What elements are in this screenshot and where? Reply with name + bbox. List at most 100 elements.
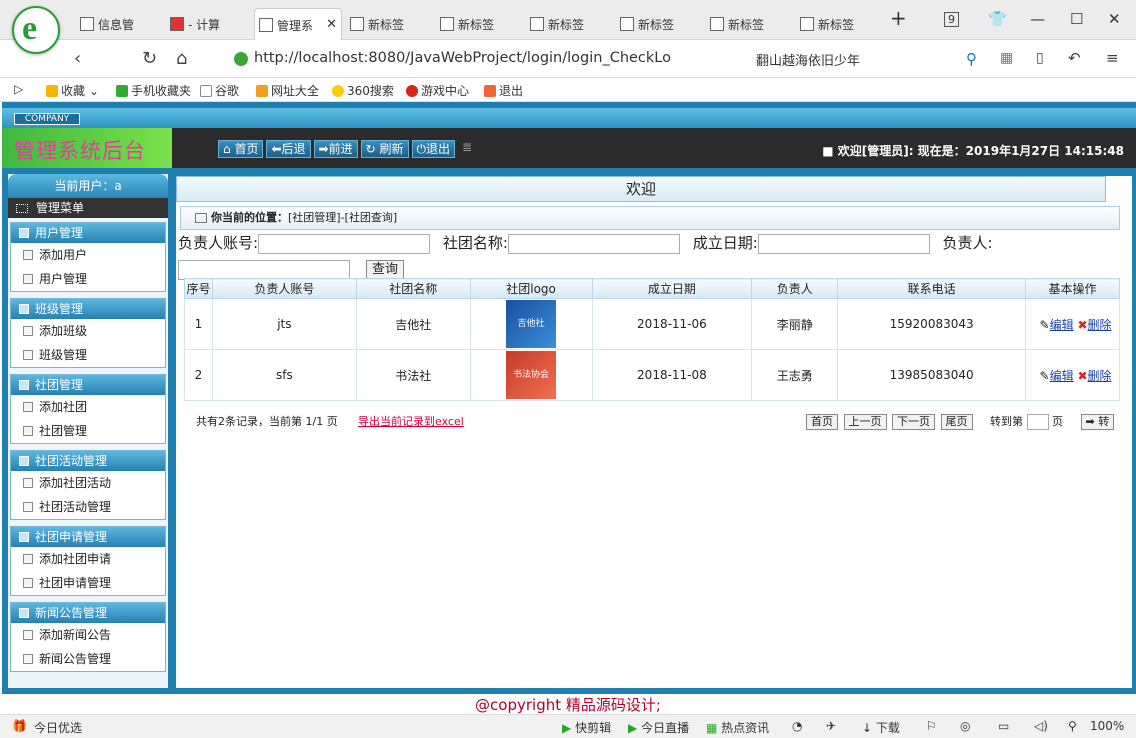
search-icon[interactable]: ⚲ bbox=[966, 50, 977, 68]
menu-group-header[interactable]: 新闻公告管理 bbox=[11, 603, 165, 623]
menu-item-manage-news[interactable]: 新闻公告管理 bbox=[11, 647, 165, 671]
date-input[interactable] bbox=[757, 233, 930, 254]
club-name-input[interactable] bbox=[507, 233, 680, 254]
browser-statusbar: 🎁 今日优选 ▶ 快剪辑 ▶ 今日直播 ▦ 热点资讯 ◔ ✈ ↓ 下载 ⚐ ◎ … bbox=[0, 714, 1136, 738]
shirt-icon[interactable]: 👕 bbox=[988, 10, 1007, 28]
home-button[interactable]: ⌂ 首页 bbox=[218, 140, 264, 158]
bookmark-360[interactable]: 360搜索 bbox=[332, 82, 394, 99]
flag-icon[interactable]: ⚐ bbox=[926, 719, 937, 733]
status-live[interactable]: ▶ 今日直播 bbox=[628, 719, 689, 736]
bookmark-favorites[interactable]: 收藏 ⌄ bbox=[46, 82, 99, 99]
cell-date: 2018-11-08 bbox=[591, 349, 753, 401]
menu-item-add-club[interactable]: 添加社团 bbox=[11, 395, 165, 419]
menu-group-header[interactable]: 社团活动管理 bbox=[11, 451, 165, 471]
menu-group-header[interactable]: 社团申请管理 bbox=[11, 527, 165, 547]
menu-item-manage-club[interactable]: 社团管理 bbox=[11, 419, 165, 443]
next-page-button[interactable]: 下一页 bbox=[892, 414, 935, 430]
menu-icon[interactable]: ≡ bbox=[1106, 49, 1119, 67]
club-name-label: 社团名称: bbox=[442, 234, 508, 252]
menu-item-add-activity[interactable]: 添加社团活动 bbox=[11, 471, 165, 495]
pin-icon[interactable]: ✈ bbox=[826, 719, 836, 733]
home-icon[interactable]: ⌂ bbox=[176, 48, 187, 69]
edit-link[interactable]: 编辑 bbox=[1050, 318, 1074, 332]
back-icon[interactable]: ‹ bbox=[74, 48, 81, 69]
url-field[interactable]: http://localhost:8080/JavaWebProject/log… bbox=[228, 46, 738, 72]
status-left[interactable]: 今日优选 bbox=[34, 719, 82, 736]
edit-link[interactable]: 编辑 bbox=[1050, 369, 1074, 383]
tablet-icon[interactable]: ▯ bbox=[1036, 50, 1044, 66]
folder-icon bbox=[19, 304, 29, 314]
browser-tab[interactable]: - 计算 bbox=[166, 8, 254, 40]
bookmark-google[interactable]: 谷歌 bbox=[200, 82, 239, 99]
browser-tab[interactable]: 信息管 bbox=[76, 8, 164, 40]
browser-tab[interactable]: 新标签 bbox=[706, 8, 794, 40]
apps-icon[interactable]: ▦ bbox=[1000, 50, 1013, 66]
menu-item-add-class[interactable]: 添加班级 bbox=[11, 319, 165, 343]
browser-tab[interactable]: 新标签 bbox=[526, 8, 614, 40]
forward-button[interactable]: ➡前进 bbox=[313, 140, 358, 158]
last-page-button[interactable]: 尾页 bbox=[940, 414, 973, 430]
menu-header: 管理菜单 bbox=[8, 198, 168, 218]
bookmark-exit[interactable]: 退出 bbox=[484, 82, 523, 99]
refresh-icon[interactable]: ↻ bbox=[142, 48, 157, 69]
prev-page-button[interactable]: 上一页 bbox=[843, 414, 887, 430]
delete-link[interactable]: 删除 bbox=[1088, 369, 1112, 383]
doc-icon bbox=[23, 250, 33, 260]
goto-button[interactable]: ➡ 转 bbox=[1080, 414, 1115, 430]
menu-item-add-news[interactable]: 添加新闻公告 bbox=[11, 623, 165, 647]
close-tab-icon[interactable]: ✕ bbox=[326, 17, 337, 32]
browser-tab[interactable]: 新标签 bbox=[436, 8, 524, 40]
menu-item-manage-class[interactable]: 班级管理 bbox=[11, 343, 165, 367]
zoom-level[interactable]: 100% bbox=[1090, 719, 1124, 733]
sound-icon[interactable]: ◁) bbox=[1034, 719, 1048, 733]
first-page-button[interactable]: 首页 bbox=[806, 414, 838, 430]
menu-item-add-application[interactable]: 添加社团申请 bbox=[11, 547, 165, 571]
menu-group-header[interactable]: 班级管理 bbox=[11, 299, 165, 319]
company-bar: COMPANY bbox=[2, 108, 1136, 130]
export-excel-link[interactable]: 导出当前记录到excel bbox=[358, 412, 464, 432]
menu-item-add-user[interactable]: 添加用户 bbox=[11, 243, 165, 267]
bookmark-games[interactable]: 游戏中心 bbox=[406, 82, 469, 99]
sidebar-toggle-icon[interactable]: ▷ bbox=[14, 82, 23, 96]
bookmark-mobile[interactable]: 手机收藏夹 bbox=[116, 82, 191, 99]
bookmark-nav[interactable]: 网址大全 bbox=[256, 82, 319, 99]
close-window-icon[interactable]: ✕ bbox=[1108, 10, 1121, 28]
tab-favicon-icon bbox=[620, 17, 634, 31]
welcome-text: ■ 欢迎[管理员]: 现在是：2019年1月27日 14:15:48 bbox=[822, 144, 1124, 158]
search-box[interactable]: 翻山越海依旧少年 bbox=[756, 50, 860, 69]
maximize-icon[interactable]: ☐ bbox=[1070, 10, 1083, 28]
window-icon[interactable]: ▭ bbox=[998, 719, 1009, 733]
delete-link[interactable]: 删除 bbox=[1088, 318, 1112, 332]
browser-tab[interactable]: 新标签 bbox=[346, 8, 434, 40]
cell-no: 2 bbox=[184, 349, 213, 401]
pager: 共有2条记录，当前第 1/1 页 导出当前记录到excel 首页 上一页 下一页… bbox=[184, 412, 1120, 432]
ie-icon[interactable]: ◎ bbox=[960, 719, 970, 733]
cell-leader: 李丽静 bbox=[751, 298, 839, 350]
account-input[interactable] bbox=[258, 233, 431, 254]
status-download[interactable]: ↓ 下载 bbox=[862, 719, 900, 736]
goto-page-input[interactable] bbox=[1026, 414, 1049, 430]
leader-input[interactable] bbox=[178, 260, 350, 280]
new-tab-icon[interactable]: + bbox=[890, 6, 907, 30]
status-news[interactable]: ▦ 热点资讯 bbox=[706, 719, 769, 736]
minimize-icon[interactable]: — bbox=[1030, 10, 1045, 28]
menu-group-header[interactable]: 社团管理 bbox=[11, 375, 165, 395]
menu-item-manage-application[interactable]: 社团申请管理 bbox=[11, 571, 165, 595]
browser-tab[interactable]: 新标签 bbox=[796, 8, 884, 40]
speed-icon[interactable]: ◔ bbox=[792, 719, 802, 733]
zoom-icon[interactable]: ⚲ bbox=[1068, 719, 1077, 733]
query-button[interactable]: 查询 bbox=[366, 260, 404, 280]
browser-tab[interactable]: 新标签 bbox=[616, 8, 704, 40]
back-button[interactable]: ⬅后退 bbox=[266, 140, 311, 158]
undo-icon[interactable]: ↶ bbox=[1068, 49, 1081, 67]
refresh-button[interactable]: ↻ 刷新 bbox=[360, 140, 409, 158]
logout-button[interactable]: ⏻退出 bbox=[411, 140, 456, 158]
table-row: 1 jts 吉他社 吉他社 2018-11-06 李丽静 15920083043… bbox=[184, 298, 1120, 350]
browser-tab-active[interactable]: 管理系 ✕ bbox=[254, 8, 342, 40]
menu-item-manage-user[interactable]: 用户管理 bbox=[11, 267, 165, 291]
menu-item-manage-activity[interactable]: 社团活动管理 bbox=[11, 495, 165, 519]
tab-count-badge[interactable]: 9 bbox=[944, 12, 959, 27]
status-clip[interactable]: ▶ 快剪辑 bbox=[562, 719, 611, 736]
menu-group-header[interactable]: 用户管理 bbox=[11, 223, 165, 243]
gift-icon: 🎁 bbox=[12, 719, 27, 733]
